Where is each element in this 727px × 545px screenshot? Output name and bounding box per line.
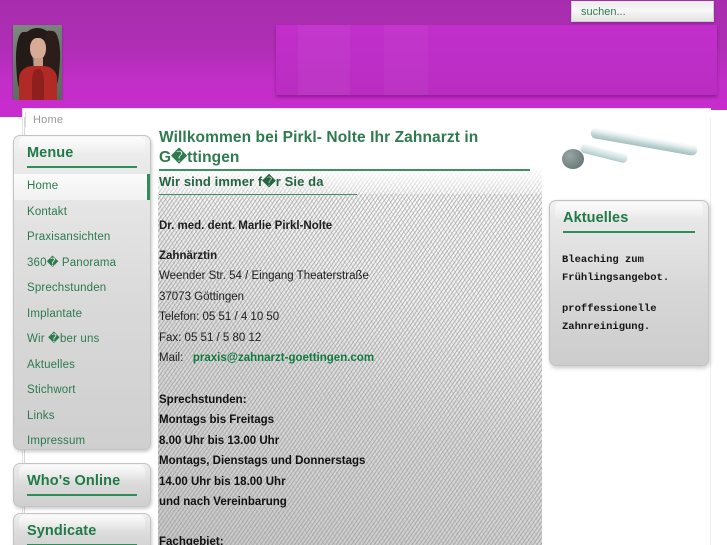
menu-module-title: Menue (27, 145, 74, 161)
opening-hours-line: Montags, Dienstags und Donnerstags (159, 455, 366, 467)
specialty-block: Fachgebiet: Zahnmedizin , Chirurgie (158, 532, 542, 545)
sidebar-item-home[interactable]: Home (14, 174, 150, 200)
contact-block: Dr. med. dent. Marlie Pirkl-Nolte Zahnär… (158, 216, 542, 369)
sidebar-item-wir-ueber-uns[interactable]: Wir �ber uns (14, 327, 150, 353)
profession: Zahnärztin (159, 249, 218, 262)
specialty-heading: Fachgebiet: (159, 535, 224, 545)
portrait-photo (13, 25, 62, 100)
mail-label: Mail: (159, 352, 184, 364)
mail-row: Mail: praxis@zahnarzt-goettingen.com (159, 348, 542, 369)
header-banner-panel (276, 25, 717, 95)
aktuelles-module: Aktuelles Bleaching zum Frühlingsangebot… (549, 200, 709, 366)
breadcrumb-divider (25, 112, 26, 127)
sidebar-item-impressum[interactable]: Impressum (14, 429, 150, 455)
opening-hours-block: Sprechstunden: Montags bis Freitags 8.00… (158, 390, 542, 513)
aktuelles-line: Bleaching zum (562, 254, 644, 266)
syndicate-module: Syndicate (13, 513, 151, 545)
banner-sheen-left (298, 25, 350, 95)
sidebar-connector-top (24, 117, 25, 136)
mirror-head (562, 149, 584, 169)
fax-number: Fax: 05 51 / 5 80 12 (159, 331, 262, 344)
opening-hours-line: und nach Vereinbarung (159, 496, 287, 508)
mirror-neck (579, 143, 629, 164)
sidebar-item-implantate[interactable]: Implantate (14, 302, 150, 328)
main-content: Willkommen bei Pirkl- Nolte Ihr Zahnarzt… (158, 128, 542, 545)
frame-right-rule (710, 118, 711, 545)
whos-online-rule (27, 494, 137, 496)
aktuelles-line: Zahnreinigung. (562, 321, 651, 333)
aktuelles-line: proffessionelle (562, 303, 657, 315)
city-address: 37073 Göttingen (159, 290, 245, 303)
aktuelles-line: Frühlingsangebot. (562, 272, 670, 284)
whos-online-title: Who's Online (27, 473, 121, 489)
street-address: Weender Str. 54 / Eingang Theaterstraße (159, 270, 369, 282)
dental-mirror-icon (556, 126, 704, 178)
sidebar-item-360-panorama[interactable]: 360� Panorama (14, 251, 150, 277)
phone-number: Telefon: 05 51 / 4 10 50 (159, 311, 280, 323)
site-header (0, 0, 727, 110)
page-root: Home Menue Home Kontakt Praxisansichten … (0, 0, 727, 545)
banner-sheen-right (384, 25, 428, 95)
syndicate-title: Syndicate (27, 523, 97, 539)
whos-online-module: Who's Online (13, 463, 151, 507)
opening-hours-line: Montags bis Freitags (159, 414, 275, 426)
menu-module-rule (27, 166, 137, 168)
sidebar-item-aktuelles[interactable]: Aktuelles (14, 353, 150, 379)
page-title: Willkommen bei Pirkl- Nolte Ihr Zahnarzt… (159, 129, 479, 166)
sidebar-item-stichwort[interactable]: Stichwort (14, 378, 150, 404)
search-box[interactable] (571, 1, 714, 22)
sidebar-item-links[interactable]: Links (14, 404, 150, 430)
email-link[interactable]: praxis@zahnarzt-goettingen.com (193, 352, 374, 364)
sidebar-item-sprechstunden[interactable]: Sprechstunden (14, 276, 150, 302)
portrait-face (30, 38, 46, 60)
sidebar-item-kontakt[interactable]: Kontakt (14, 200, 150, 226)
opening-hours-heading: Sprechstunden: (159, 393, 247, 406)
page-subtitle: Wir sind immer f�r Sie da (159, 173, 324, 189)
opening-hours-line: 14.00 Uhr bis 18.00 Uhr (159, 475, 286, 488)
opening-hours-line: 8.00 Uhr bis 13.00 Uhr (159, 434, 280, 447)
search-input[interactable] (572, 5, 709, 18)
menu-list: Home Kontakt Praxisansichten 360� Panora… (14, 174, 150, 455)
frame-corner-accent (0, 108, 22, 117)
main-content-inner: Willkommen bei Pirkl- Nolte Ihr Zahnarzt… (158, 128, 542, 545)
page-subtitle-rule (159, 193, 357, 195)
menu-module: Menue Home Kontakt Praxisansichten 360� … (13, 135, 151, 450)
portrait-torso-shadow (32, 69, 44, 100)
aktuelles-title: Aktuelles (563, 210, 629, 226)
breadcrumb[interactable]: Home (33, 114, 63, 126)
sidebar-item-praxisansichten[interactable]: Praxisansichten (14, 225, 150, 251)
doctor-name: Dr. med. dent. Marlie Pirkl-Nolte (159, 220, 333, 232)
aktuelles-body: Bleaching zum Frühlingsangebot. proffess… (550, 233, 708, 336)
